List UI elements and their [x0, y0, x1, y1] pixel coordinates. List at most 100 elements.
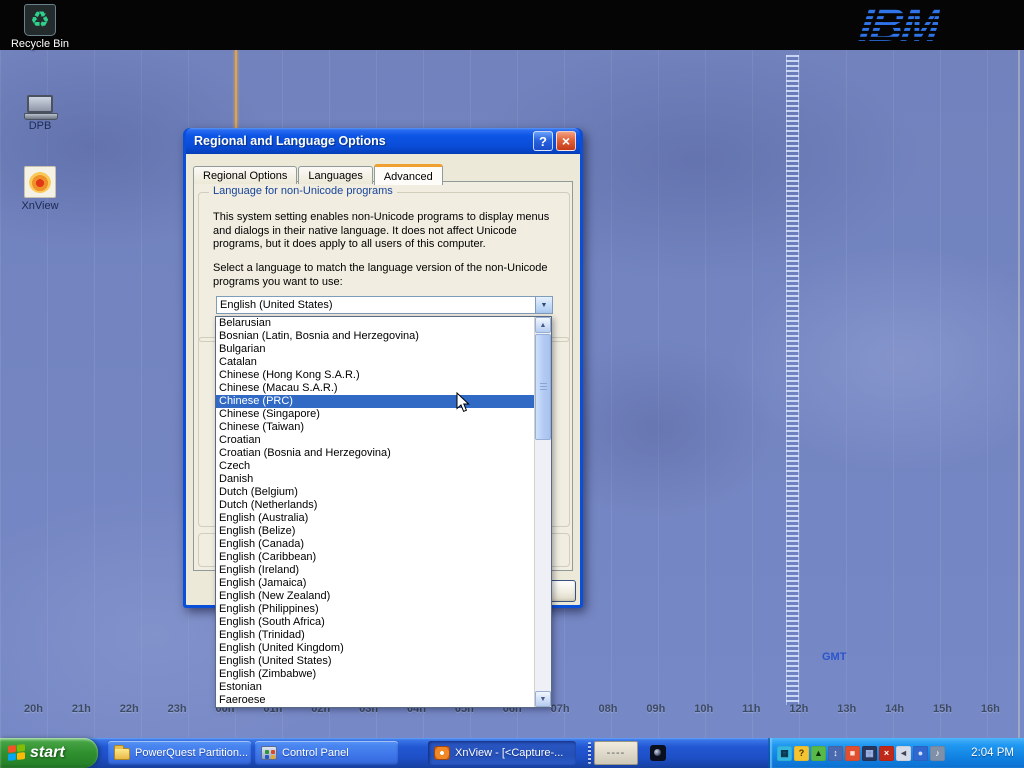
deskband-drag-handle[interactable]: [588, 742, 591, 764]
dropdown-item[interactable]: Chinese (Singapore): [216, 408, 534, 421]
windows-flag-icon: [8, 744, 25, 762]
dialog-tabs: Regional OptionsLanguagesAdvanced: [193, 163, 444, 184]
task-icon: [261, 746, 277, 760]
start-button[interactable]: start: [0, 738, 98, 768]
combobox-dropdown-button[interactable]: ▼: [535, 297, 552, 313]
language-combobox[interactable]: English (United States) ▼: [216, 296, 553, 314]
recycle-bin-desktop-icon[interactable]: ♻ Recycle Bin: [8, 4, 72, 50]
timezone-label: 14h: [885, 703, 904, 715]
tray-icon-misc[interactable]: ♪: [930, 746, 945, 761]
mouse-cursor: [456, 392, 470, 413]
dropdown-item[interactable]: Croatian (Bosnia and Herzegovina): [216, 447, 534, 460]
system-tray: ▦?▲↕■▦×◄●♪ 2:04 PM: [768, 738, 1024, 768]
dropdown-item[interactable]: English (Canada): [216, 538, 534, 551]
dropdown-item[interactable]: Chinese (Macau S.A.R.): [216, 382, 534, 395]
timezone-label: 23h: [168, 703, 187, 715]
scrollbar-thumb[interactable]: [535, 334, 551, 440]
timezone-label: 15h: [933, 703, 952, 715]
gmt-label: GMT: [822, 651, 846, 663]
start-label: start: [30, 744, 65, 762]
dropdown-item[interactable]: English (Trinidad): [216, 629, 534, 642]
dropdown-item[interactable]: Estonian: [216, 681, 534, 694]
tab[interactable]: Advanced: [374, 164, 443, 185]
timezone-label: 11h: [742, 703, 760, 715]
dropdown-item[interactable]: English (Belize): [216, 525, 534, 538]
clock[interactable]: 2:04 PM: [971, 747, 1014, 759]
task-icon: [434, 746, 450, 760]
dropdown-item[interactable]: Chinese (Hong Kong S.A.R.): [216, 369, 534, 382]
top-band: ♻ Recycle Bin IBM: [0, 0, 1024, 50]
dropdown-item[interactable]: English (Ireland): [216, 564, 534, 577]
tray-icon-updates[interactable]: ▲: [811, 746, 826, 761]
dropdown-item[interactable]: Dutch (Belgium): [216, 486, 534, 499]
timezone-label: 22h: [120, 703, 139, 715]
timezone-label: 16h: [981, 703, 1000, 715]
language-dropdown-list[interactable]: ▲ ▼ BelarusianBosnian (Latin, Bosnia and…: [215, 316, 552, 708]
dropdown-item[interactable]: Czech: [216, 460, 534, 473]
taskbar-task-button[interactable]: Control Panel: [255, 741, 398, 765]
timezone-marker-line: [235, 50, 237, 130]
groupbox-title: Language for non-Unicode programs: [209, 185, 397, 197]
tray-icon-alert[interactable]: ?: [794, 746, 809, 761]
groupbox-description: This system setting enables non-Unicode …: [213, 211, 557, 252]
tray-icon-display[interactable]: ▦: [777, 746, 792, 761]
close-button[interactable]: ×: [556, 131, 576, 151]
dropdown-item[interactable]: Dutch (Netherlands): [216, 499, 534, 512]
dropdown-item[interactable]: English (Zimbabwe): [216, 668, 534, 681]
dialog-title: Regional and Language Options: [194, 134, 530, 148]
dropdown-item[interactable]: English (Caribbean): [216, 551, 534, 564]
tray-icon-grid[interactable]: ▦: [862, 746, 877, 761]
timezone-label: 08h: [599, 703, 618, 715]
timezone-label: 07h: [551, 703, 570, 715]
screen: ♻ Recycle Bin IBM 20h21h22h23h00h01h02h0…: [0, 0, 1024, 768]
taskbar: start PowerQuest Partition... Control Pa…: [0, 738, 1024, 768]
tray-icon-error[interactable]: ×: [879, 746, 894, 761]
dropdown-item[interactable]: English (New Zealand): [216, 590, 534, 603]
tab[interactable]: Languages: [298, 166, 372, 184]
tab[interactable]: Regional Options: [193, 166, 297, 184]
dropdown-item[interactable]: Chinese (PRC): [216, 395, 534, 408]
deskband-icon-area[interactable]: [638, 741, 678, 765]
xnview-desktop-icon[interactable]: XnView: [8, 166, 72, 212]
dropdown-item[interactable]: Belarusian: [216, 317, 534, 330]
dropdown-item[interactable]: Bulgarian: [216, 343, 534, 356]
groupbox-instruction: Select a language to match the language …: [213, 262, 557, 289]
recycle-bin-label: Recycle Bin: [8, 38, 72, 50]
timezone-label: 21h: [72, 703, 91, 715]
task-icon: [114, 748, 130, 760]
taskbar-tasks: PowerQuest Partition... Control Panel Xn…: [108, 741, 580, 765]
dropdown-item[interactable]: Croatian: [216, 434, 534, 447]
dropdown-item[interactable]: English (United States): [216, 655, 534, 668]
taskbar-task-button[interactable]: XnView - [<Capture-...: [428, 741, 576, 765]
tray-icons: ▦?▲↕■▦×◄●♪: [777, 746, 947, 761]
tray-icon-app[interactable]: ●: [913, 746, 928, 761]
tray-icon-volume[interactable]: ◄: [896, 746, 911, 761]
dropdown-item[interactable]: English (United Kingdom): [216, 642, 534, 655]
dateline-hatch-band: [786, 55, 799, 705]
dropdown-item[interactable]: English (Philippines): [216, 603, 534, 616]
dropdown-item[interactable]: English (Australia): [216, 512, 534, 525]
timezone-label: 12h: [789, 703, 808, 715]
dropdown-item[interactable]: Faeroese: [216, 694, 534, 707]
ibm-logo: IBM: [856, 0, 942, 50]
help-button[interactable]: ?: [533, 131, 553, 151]
deskband-panel[interactable]: ----: [594, 741, 638, 765]
scroll-down-button[interactable]: ▼: [535, 691, 551, 707]
dropdown-item[interactable]: English (South Africa): [216, 616, 534, 629]
scroll-up-button[interactable]: ▲: [535, 317, 551, 333]
dialog-titlebar[interactable]: Regional and Language Options ? ×: [186, 128, 580, 154]
dropdown-item[interactable]: Catalan: [216, 356, 534, 369]
taskbar-task-button[interactable]: PowerQuest Partition...: [108, 741, 251, 765]
dropdown-item[interactable]: Danish: [216, 473, 534, 486]
dropdown-item[interactable]: Bosnian (Latin, Bosnia and Herzegovina): [216, 330, 534, 343]
dark-round-icon[interactable]: [650, 745, 666, 761]
dpb-desktop-icon[interactable]: DPB: [8, 86, 72, 132]
dropdown-scrollbar[interactable]: ▲ ▼: [534, 317, 551, 707]
xnview-icon: [24, 166, 56, 198]
timezone-label: 09h: [646, 703, 665, 715]
tray-icon-task[interactable]: ■: [845, 746, 860, 761]
timezone-label: 10h: [694, 703, 713, 715]
dropdown-item[interactable]: Chinese (Taiwan): [216, 421, 534, 434]
dropdown-item[interactable]: English (Jamaica): [216, 577, 534, 590]
tray-icon-network[interactable]: ↕: [828, 746, 843, 761]
